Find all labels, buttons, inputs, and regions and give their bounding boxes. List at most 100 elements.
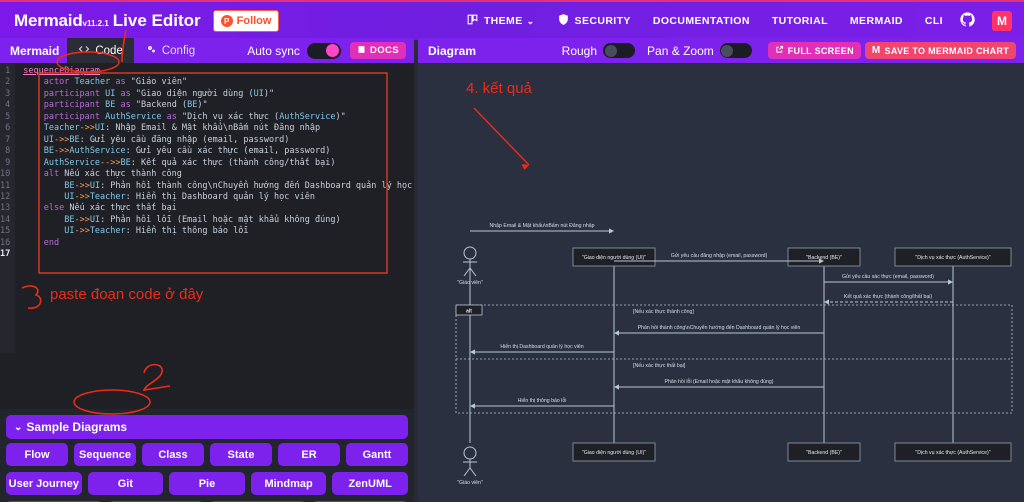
sample-diagram-row: User Journey Git Pie Mindmap ZenUML [6,472,408,495]
brand-logo[interactable]: Mermaid v11.2.1 Live Editor [14,11,201,31]
message-labels: Nhập Email & Mật khẩu\nBấm nút Đăng nhập… [490,222,935,404]
diagram-canvas[interactable]: "Giáo viên" "Giao diện người dùng (UI)" … [418,63,1024,502]
sample-diagram-button-label: ZenUML [348,477,392,490]
line-number: 3 [5,88,11,99]
nav-item-documentation[interactable]: DOCUMENTATION [642,15,761,27]
line-number: 5 [5,111,11,122]
follow-label: Follow [236,15,272,27]
sample-diagram-button-label: Mindmap [264,477,313,490]
diagram-panel-title: Diagram [428,43,477,58]
line-number: 12 [0,191,11,202]
editor-panel-title: Mermaid [10,43,60,58]
sample-diagram-button-pie[interactable]: Pie [169,472,245,495]
line-number: 14 [0,214,11,225]
sample-diagram-button-label: Class [158,448,188,461]
top-navigation-bar: Mermaid v11.2.1 Live Editor P Follow THE… [0,0,1024,40]
sample-diagram-button-er[interactable]: ER [278,443,340,466]
sample-diagram-button-user-journey[interactable]: User Journey [6,472,82,495]
mermaid-chart-logo-button[interactable]: M [992,11,1012,31]
github-link[interactable] [954,12,986,30]
line-number: 8 [5,146,11,157]
code-line: end [43,237,60,248]
nav-item-theme[interactable]: THEME ⌄ [455,13,546,29]
sample-diagram-button-label: Sequence [79,448,131,461]
sample-diagram-button-label: State [227,448,255,461]
code-line: BE->>AuthService: Gửi yêu cầu xác thực (… [43,146,331,157]
sample-diagram-button-label: User Journey [8,477,79,490]
theme-book-icon [466,13,484,29]
message-label-1: Gửi yêu cầu đăng nhập (email, password) [671,252,768,259]
sequence-diagram-svg: "Giáo viên" "Giao diện người dùng (UI)" … [455,222,1013,486]
auto-sync-label: Auto sync [247,43,300,58]
lifelines [469,266,954,443]
sample-diagrams-header[interactable]: ⌄ Sample Diagrams [6,415,408,439]
save-to-mermaid-chart-button[interactable]: M SAVE TO MERMAID CHART [864,42,1016,59]
auto-sync-toggle[interactable] [306,42,341,59]
sample-diagram-button-class[interactable]: Class [142,443,204,466]
alt-label: alt [466,309,472,315]
pan-zoom-label: Pan & Zoom [647,43,714,58]
nav-label-tutorial: TUTORIAL [771,15,828,27]
line-number: 16 [0,237,11,248]
follow-button[interactable]: P Follow [212,10,280,32]
rough-label: Rough [561,43,598,58]
code-text-area[interactable]: sequenceDiagram actor Teacher as "Giáo v… [15,63,414,353]
message-label-2: Gửi yêu cầu xác thực (email, password) [842,273,934,280]
nav-label-mermaid: MERMAID [849,15,903,27]
sample-diagram-button-flow[interactable]: Flow [6,443,68,466]
nav-label-theme: THEME [483,15,523,27]
code-line: UI->>Teacher: Hiển thị thông báo lỗi [64,226,249,237]
editor-tab-bar: Mermaid Code Config Auto sync DOCS [0,38,414,63]
actor-teacher-bottom [463,446,477,477]
save-to-mermaid-chart-label: SAVE TO MERMAID CHART [884,45,1009,56]
docs-button[interactable]: DOCS [349,42,406,59]
participant-label-ui-top: "Giao diện người dùng (UI)" [582,255,646,261]
code-line: AuthService-->>BE: Kết quả xác thực (thà… [43,157,336,168]
diagram-toolbar: Diagram Rough Pan & Zoom FULL SCREEN M S… [418,38,1024,63]
editor-panel: Mermaid Code Config Auto sync DOCS 1 2 3… [0,38,414,502]
code-line: alt Nếu xác thực thành công [43,169,182,180]
sample-diagram-button-zenuml[interactable]: ZenUML [332,472,408,495]
code-icon [78,43,95,58]
line-number: 7 [5,134,11,145]
message-label-5: Hiển thị Dashboard quản lý học viên [500,343,583,350]
nav-item-mermaid[interactable]: MERMAID [839,15,914,27]
actor-teacher-label-bottom: "Giáo viên" [457,480,483,486]
nav-item-cli[interactable]: CLI [914,15,954,27]
mermaid-live-editor-app: Mermaid v11.2.1 Live Editor P Follow THE… [0,0,1024,502]
nav-item-tutorial[interactable]: TUTORIAL [761,15,839,27]
full-screen-button[interactable]: FULL SCREEN [767,42,861,59]
code-line: actor Teacher as "Giáo viên" [43,77,188,88]
line-number: 11 [0,180,11,191]
sample-diagram-button-git[interactable]: Git [87,472,164,495]
sample-diagram-button-label: Git [117,477,134,490]
actor-teacher-label-top: "Giáo viên" [457,280,483,286]
sample-diagram-button-state[interactable]: State [210,443,272,466]
tab-label-code: Code [95,44,123,57]
alt-branch-2-label: [Nếu xác thực thất bại] [633,363,686,369]
message-label-3: Kết quả xác thực (thành công/thất bại) [844,294,933,300]
diagram-panel: Diagram Rough Pan & Zoom FULL SCREEN M S… [418,38,1024,502]
tab-config[interactable]: Config [134,38,206,63]
chevron-down-icon: ⌄ [14,421,23,433]
sample-diagram-button-sequence[interactable]: Sequence [74,443,136,466]
pan-zoom-toggle[interactable] [719,43,752,58]
message-label-4: Phản hồi thành công\nChuyển hướng đến Da… [638,324,801,331]
participant-label-be-bottom: "Backend (BE)" [806,450,842,456]
line-number: 13 [0,203,11,214]
code-line: UI->>BE: Gửi yêu cầu đăng nhập (email, p… [43,134,290,145]
sample-diagram-button-gantt[interactable]: Gantt [346,443,408,466]
toggle-knob [326,44,340,57]
nav-item-security[interactable]: SECURITY [546,13,642,29]
message-label-6: Phản hồi lỗi (Email hoặc mật khẩu không … [664,378,773,385]
participant-label-ui-bottom: "Giao diện người dùng (UI)" [582,450,646,456]
chevron-down-icon: ⌄ [526,15,535,26]
line-number: 2 [5,77,11,88]
tab-label-config: Config [161,44,196,57]
rough-toggle[interactable] [603,43,636,58]
message-label-0: Nhập Email & Mật khẩu\nBấm nút Đăng nhập [490,222,595,229]
sample-diagram-button-mindmap[interactable]: Mindmap [250,472,327,495]
code-editor[interactable]: 1 2 3 4 5 6 7 8 9 10 11 12 13 14 15 16 17 sequenceDiagra… [0,63,414,353]
shield-icon [557,13,575,29]
tab-code[interactable]: Code [67,38,134,63]
